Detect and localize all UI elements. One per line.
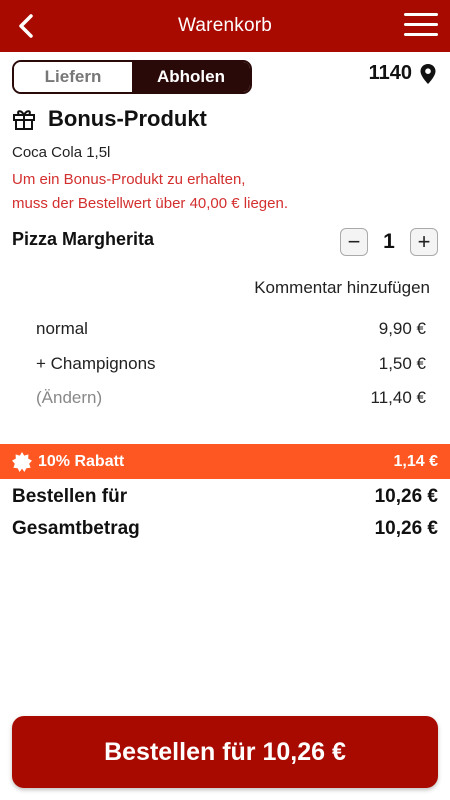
decrease-button[interactable]: −	[340, 228, 368, 256]
place-order-button[interactable]: Bestellen für 10,26 €	[12, 716, 438, 788]
postal-code: 1140	[368, 62, 412, 84]
badge-icon	[12, 451, 32, 472]
bonus-notice-line: muss der Bestellwert über 40,00 € liegen…	[12, 195, 288, 212]
price-line-value: 1,50 €	[378, 353, 426, 373]
price-line: + Champignons 1,50 €	[36, 347, 426, 382]
increase-button[interactable]: +	[410, 228, 438, 256]
hamburger-menu-icon[interactable]	[404, 13, 438, 39]
gift-icon	[13, 110, 35, 130]
total-value: 10,26 €	[374, 486, 438, 507]
price-line-label: normal	[36, 319, 88, 339]
total-label: Bestellen für	[12, 486, 128, 507]
toggle-option-liefern[interactable]: Liefern	[14, 62, 132, 92]
discount-bar: 10% Rabatt 1,14 €	[0, 444, 450, 479]
bonus-product-name: Coca Cola 1,5l	[12, 144, 111, 161]
bonus-notice-line: Um ein Bonus-Produkt zu erhalten,	[12, 171, 246, 188]
change-item-link[interactable]: (Ändern)	[36, 388, 102, 408]
add-comment-link[interactable]: Kommentar hinzufügen	[254, 278, 430, 298]
bonus-heading: Bonus-Produkt	[48, 106, 207, 131]
total-line: Bestellen für 10,26 €	[12, 481, 438, 513]
totals-section: Bestellen für 10,26 € Gesamtbetrag 10,26…	[12, 481, 438, 545]
total-label: Gesamtbetrag	[12, 518, 140, 539]
discount-amount: 1,14 €	[393, 452, 438, 470]
cart-item-name: Pizza Margherita	[12, 229, 155, 249]
price-line-label: + Champignons	[36, 353, 156, 373]
price-line: normal 9,90 €	[36, 312, 426, 347]
location-pin-icon	[420, 63, 436, 84]
app-header: Warenkorb	[0, 0, 450, 52]
page-title: Warenkorb	[177, 15, 273, 36]
bonus-notice: Um ein Bonus-Produkt zu erhalten, muss d…	[12, 168, 438, 216]
total-value: 10,26 €	[374, 518, 438, 539]
delivery-mode-toggle: Liefern Abholen	[12, 60, 252, 94]
bonus-section: Bonus-Produkt Coca Cola 1,5l Um ein Bonu…	[12, 106, 438, 216]
toggle-option-abholen[interactable]: Abholen	[132, 62, 250, 92]
item-price-lines: normal 9,90 € + Champignons 1,50 € (Ände…	[36, 312, 426, 416]
price-line: (Ändern) 11,40 €	[36, 381, 426, 416]
chevron-left-icon[interactable]	[14, 12, 40, 40]
discount-label: 10% Rabatt	[38, 452, 125, 470]
location-info[interactable]: 1140	[369, 62, 436, 85]
quantity-value: 1	[383, 230, 395, 253]
price-line-value: 9,90 €	[378, 319, 426, 339]
quantity-stepper: − 1 +	[340, 228, 438, 256]
total-line: Gesamtbetrag 10,26 €	[12, 513, 438, 545]
item-total-value: 11,40 €	[370, 388, 426, 408]
